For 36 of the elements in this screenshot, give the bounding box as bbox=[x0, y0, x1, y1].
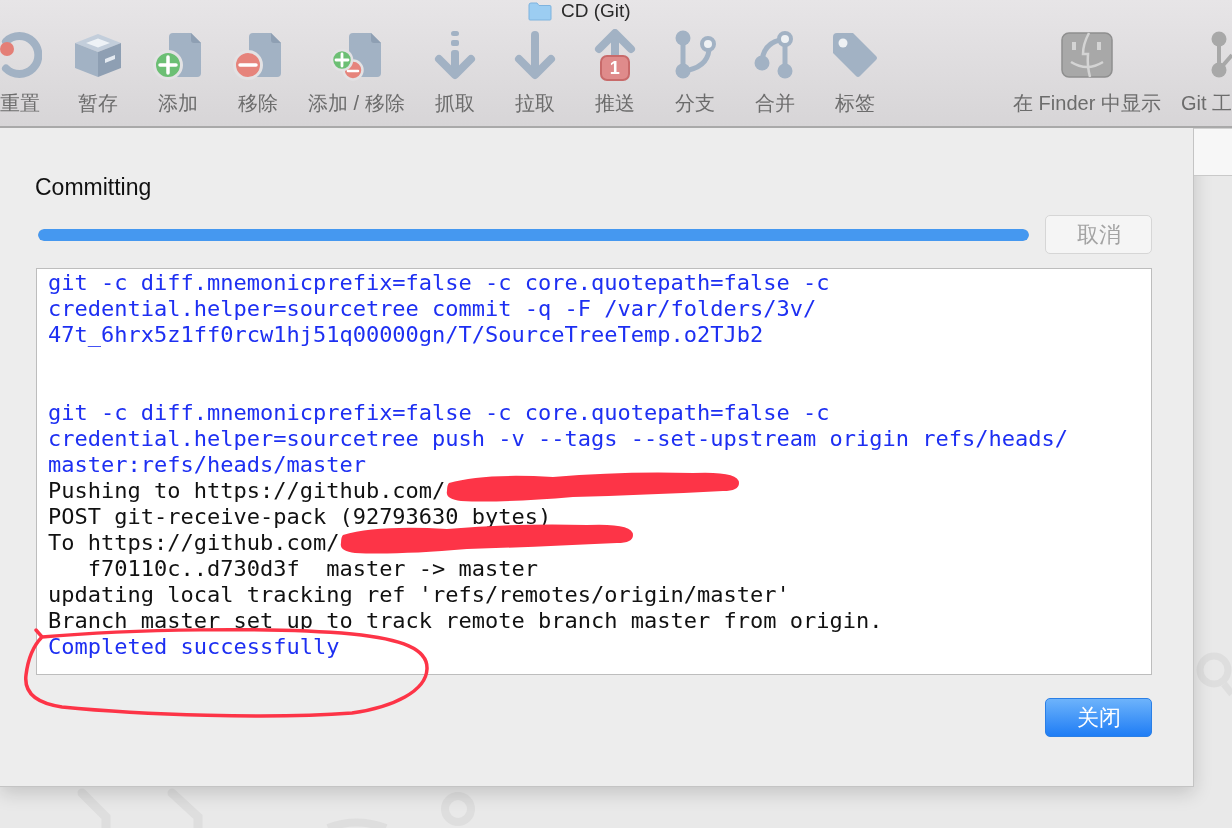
log-line: Pushing to https://github.com/ bbox=[48, 478, 446, 503]
log-line: git -c diff.mnemonicprefix=false -c core.quotepath=false -c bbox=[48, 400, 830, 425]
window-title: CD (Git) bbox=[561, 0, 631, 22]
log-line: credential.helper=sourcetree commit -q -F /var/folders/3v/ bbox=[48, 296, 817, 321]
log-line: credential.helper=sourcetree push -v --tags --set-upstream origin refs/heads/ bbox=[48, 426, 1068, 451]
log-line: Completed successfully bbox=[48, 634, 340, 659]
reset-icon bbox=[0, 29, 42, 81]
dashed-down-arrow-icon bbox=[433, 30, 476, 80]
log-line: updating local tracking ref 'refs/remotes/origin/master' bbox=[48, 582, 790, 607]
toolbar-button[interactable]: 合并 bbox=[734, 29, 815, 115]
log-line: f70110c..d730d3f master -> master bbox=[86, 556, 539, 581]
dialog-title: Committing bbox=[35, 173, 152, 201]
folder-icon bbox=[528, 1, 552, 21]
smiley-face-icon bbox=[1060, 32, 1113, 78]
close-button[interactable]: 关闭 bbox=[1045, 698, 1152, 737]
toolbar-button[interactable]: 暂存 bbox=[58, 29, 138, 115]
toolbar-button[interactable]: 重置 bbox=[0, 29, 58, 115]
log-line: To https://github.com/ bbox=[48, 530, 340, 555]
count-badge: 1 bbox=[599, 55, 630, 81]
toolbar-button[interactable]: 添加 / 移除 bbox=[298, 29, 415, 115]
toolbar-button[interactable]: 移除 bbox=[218, 29, 298, 115]
toolbar-button[interactable]: Git 工 bbox=[1170, 29, 1232, 115]
toolbar-button[interactable]: 添加 bbox=[138, 29, 218, 115]
tag-icon bbox=[830, 31, 879, 79]
toolbar-button[interactable]: 标签 bbox=[814, 29, 895, 115]
log-line: POST git-receive-pack (92793630 bytes) bbox=[48, 504, 552, 529]
log-line: git -c diff.mnemonicprefix=false -c core.quotepath=false -c bbox=[48, 270, 830, 295]
toolbar-button[interactable]: 在 Finder 中显示 bbox=[1003, 29, 1171, 115]
toolbar-button[interactable]: 抓取 bbox=[414, 29, 495, 115]
log-line: Branch master set up to track remote branch master from origin. bbox=[48, 608, 883, 633]
box-icon bbox=[73, 32, 123, 78]
toolbar-button[interactable]: 拉取 bbox=[494, 29, 575, 115]
log-line: 47t_6hrx5z1ff0rcw1hj51q00000gn/T/SourceTreeTemp.o2TJb2 bbox=[48, 322, 764, 347]
toolbar-button[interactable]: 分支 bbox=[654, 29, 735, 115]
toolbar-button[interactable]: 1 推送 bbox=[574, 29, 655, 115]
log-line: master:refs/heads/master bbox=[48, 452, 366, 477]
